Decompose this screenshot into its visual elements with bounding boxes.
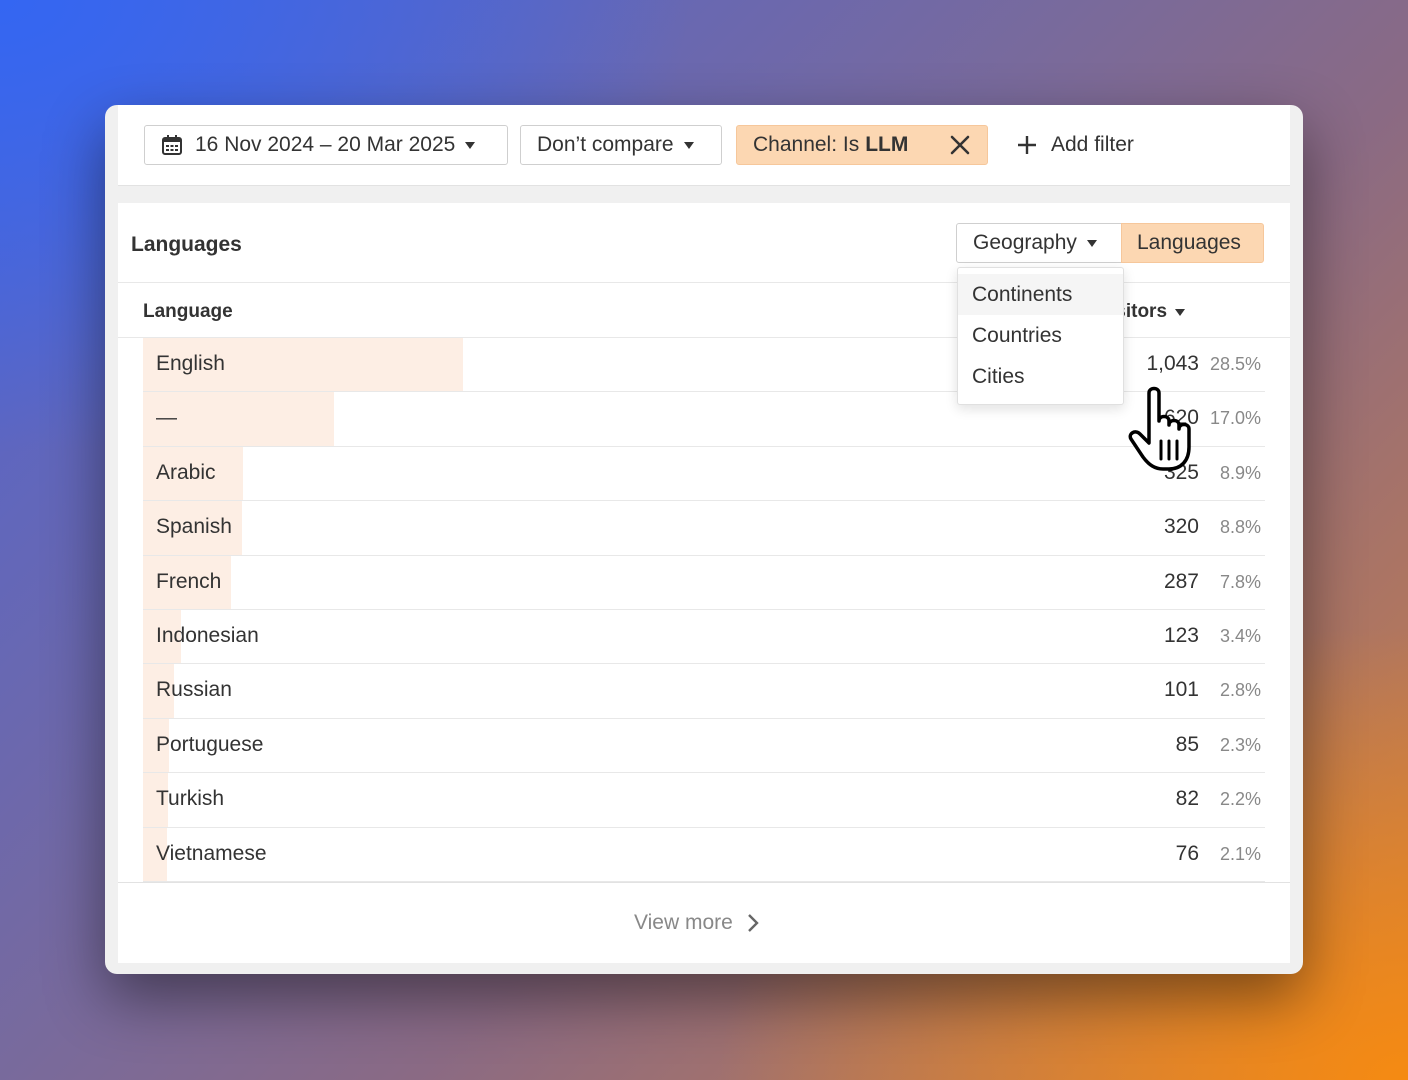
languages-label: Languages: [1137, 231, 1241, 255]
divider: [118, 882, 1290, 883]
visitor-percent: 2.8%: [1220, 680, 1261, 701]
channel-filter-chip[interactable]: Channel: Is LLM: [736, 125, 988, 165]
visitor-percent: 8.8%: [1220, 517, 1261, 538]
language-name: Spanish: [156, 515, 232, 539]
languages-tab[interactable]: Languages: [1121, 223, 1264, 263]
geography-label: Geography: [973, 231, 1077, 255]
visitor-percent: 3.4%: [1220, 626, 1261, 647]
chevron-right-icon: [747, 913, 759, 933]
compare-label: Don’t compare: [537, 133, 674, 157]
visitor-percent: 8.9%: [1220, 463, 1261, 484]
sort-desc-icon: [1175, 309, 1185, 316]
dropdown-item-countries[interactable]: Countries: [958, 315, 1123, 356]
visitor-percent: 17.0%: [1210, 408, 1261, 429]
language-name: English: [156, 352, 225, 376]
visitor-count: 287: [1164, 570, 1199, 594]
language-name: French: [156, 570, 221, 594]
table-row[interactable]: French 287 7.8%: [143, 556, 1265, 610]
visitor-count: 123: [1164, 624, 1199, 648]
visitor-count: 101: [1164, 678, 1199, 702]
visitor-percent: 2.2%: [1220, 789, 1261, 810]
visitor-count: 76: [1176, 842, 1199, 866]
chevron-down-icon: [1087, 240, 1097, 247]
view-more-link[interactable]: View more: [634, 911, 759, 935]
language-name: Indonesian: [156, 624, 259, 648]
visitor-count: 320: [1164, 515, 1199, 539]
language-name: —: [156, 406, 177, 430]
geography-tab[interactable]: Geography: [956, 223, 1122, 263]
date-range-picker[interactable]: 16 Nov 2024 – 20 Mar 2025: [144, 125, 508, 165]
dropdown-item-continents[interactable]: Continents: [958, 274, 1123, 315]
view-more-label: View more: [634, 911, 733, 935]
column-header-language[interactable]: Language: [143, 301, 233, 323]
visitor-count: 82: [1176, 787, 1199, 811]
languages-table: English1,04328.5%—62017.0%Arabic3258.9%S…: [143, 338, 1265, 882]
filter-toolbar: 16 Nov 2024 – 20 Mar 2025 Don’t compare …: [118, 105, 1290, 186]
table-row[interactable]: Portuguese 85 2.3%: [143, 719, 1265, 773]
table-row[interactable]: Russian 101 2.8%: [143, 664, 1265, 718]
language-name: Arabic: [156, 461, 216, 485]
language-name: Russian: [156, 678, 232, 702]
filter-value: LLM: [865, 133, 908, 157]
visitor-percent: 2.3%: [1220, 735, 1261, 756]
language-name: Vietnamese: [156, 842, 267, 866]
hand-cursor-icon: [1127, 385, 1207, 475]
table-row[interactable]: Turkish 82 2.2%: [143, 773, 1265, 827]
analytics-window: 16 Nov 2024 – 20 Mar 2025 Don’t compare …: [105, 105, 1303, 974]
chevron-down-icon: [684, 142, 694, 149]
table-row[interactable]: Spanish 320 8.8%: [143, 501, 1265, 555]
filter-prefix: Channel: Is: [753, 133, 859, 157]
add-filter-button[interactable]: Add filter: [1017, 125, 1134, 165]
dropdown-item-cities[interactable]: Cities: [958, 356, 1123, 397]
table-row[interactable]: Arabic3258.9%: [143, 447, 1265, 501]
geography-dropdown-menu: ContinentsCountriesCities: [957, 267, 1124, 405]
table-row[interactable]: Vietnamese 76 2.1%: [143, 828, 1265, 882]
compare-dropdown[interactable]: Don’t compare: [520, 125, 722, 165]
language-name: Portuguese: [156, 733, 263, 757]
date-range-label: 16 Nov 2024 – 20 Mar 2025: [195, 133, 455, 157]
chevron-down-icon: [465, 142, 475, 149]
plus-icon: [1017, 135, 1037, 155]
table-row[interactable]: Indonesian 123 3.4%: [143, 610, 1265, 664]
visitor-count: 85: [1176, 733, 1199, 757]
close-icon[interactable]: [949, 134, 971, 156]
visitor-percent: 7.8%: [1220, 572, 1261, 593]
add-filter-label: Add filter: [1051, 133, 1134, 157]
visitor-percent: 28.5%: [1210, 354, 1261, 375]
visitor-percent: 2.1%: [1220, 844, 1261, 865]
language-name: Turkish: [156, 787, 224, 811]
visitor-count: 1,043: [1146, 352, 1199, 376]
calendar-icon: [161, 134, 183, 156]
card-title: Languages: [131, 233, 242, 257]
